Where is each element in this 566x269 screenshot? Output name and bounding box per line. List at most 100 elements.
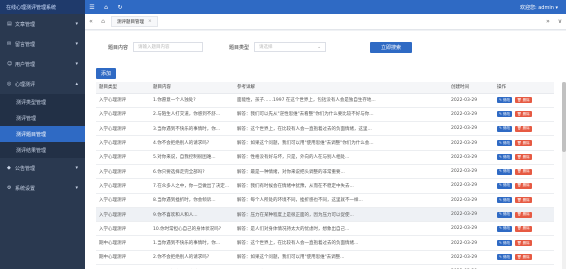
menu-icon[interactable]: ☰ [85,0,99,14]
edit-button[interactable]: ✎ 修改 [497,111,513,118]
row-actions: ✎ 修改 🗑 删除 [497,182,554,189]
type-filter-select[interactable]: 请选择 ⌄ [254,42,327,52]
sidebar-item-users[interactable]: ☺ 用户管理 ▾ [0,54,85,74]
table-row[interactable]: 入学心理测评 6.你只要选择走完全部吗? 解答：最是一种情绪，对你来说把头调整的非常… [96,164,554,180]
submenu-item-tests[interactable]: 测评管理 [0,110,85,126]
cell-content: 9.你不喜欢和人和人... [150,207,234,223]
cell-type: 入学心理测评 [96,135,150,151]
sidebar-item-psych-test[interactable]: ◎ 心理测评 ▴ [0,74,85,94]
home-icon[interactable]: ⌂ [99,0,113,14]
delete-button[interactable]: 🗑 删除 [515,168,532,175]
cell-created: 2022-03-29 [448,164,494,180]
header-actions: 操作 [494,82,554,94]
cell-analysis: 解答：我们可以先从"逆性思维"去看整"你们为什么要比较不好与你... [234,107,448,123]
cell-type: 期中心理测评 [96,264,150,269]
row-actions: ✎ 修改 🗑 删除 [497,125,554,132]
cell-created: 2022-03-29 [448,107,494,123]
submenu-item-test-results[interactable]: 测评结果管理 [0,142,85,158]
table-row[interactable]: 入学心理测评 7.在众多人之中，你一旦做出了决定... 解答：我们有时候会在情绪中犹… [96,178,554,194]
cell-analysis: 解答：这个世界上，在比较有人会一直抱着过去的负面情绪... [234,235,448,251]
sidebar-item-messages[interactable]: ✉ 留言管理 ▾ [0,34,85,54]
refresh-icon[interactable]: ↻ [113,0,127,14]
sidebar-item-notices[interactable]: ◆ 公告管理 ▾ [0,158,85,178]
sidebar-item-label: 用户管理 [15,61,36,68]
chevron-down-icon: ▾ [75,185,78,191]
table-row[interactable]: 入学心理测评 4.你不会拒绝别人的请求吗? 解答：如果这个问题，我们可以用"使用思维… [96,135,554,151]
close-icon[interactable]: × [148,19,152,24]
cell-created: 2022-03-29 [448,264,494,269]
cell-content: 4.你不会拒绝别人的请求吗? [150,135,234,151]
cell-content: 10.你时常担心自己的身体状况吗? [150,221,234,237]
table-row[interactable]: 入学心理测评 9.你不喜欢和人和人... 解答：压力在某种程度上是很正面的，因为压力… [96,207,554,223]
cell-content: 5.对你来说，自我控制很困难... [150,150,234,165]
cell-created: 2022-03-29 [448,150,494,165]
table-row[interactable]: 入学心理测评 8.当你遇到挫折时，你会倾诉... 解答：每个人所处的环境不同，挫折感… [96,193,554,208]
submenu-item-test-questions[interactable]: 测评题目管理 [0,126,85,142]
delete-button[interactable]: 🗑 删除 [515,111,532,118]
row-actions: ✎ 修改 🗑 删除 [497,168,554,175]
table-row[interactable]: 入学心理测评 1.你愿意一个人独处? 面能性，孩子……1997 在这个世界上，包括没… [96,93,554,108]
cell-content: 6.你只要选择走完全部吗? [150,164,234,180]
title-filter-input[interactable]: 请输入题目内容 [133,42,204,52]
delete-button[interactable]: 🗑 删除 [515,140,532,147]
table-header-row: 题目类型 题目内容 参考详解 创建时间 操作 [96,82,554,94]
sidebar-item-label: 系统设置 [15,185,36,192]
tab-label: 测评题目管理 [117,19,144,25]
sidebar: ▤ 文章管理 ▾ ✉ 留言管理 ▾ ☺ 用户管理 ▾ ◎ 心理测评 ▴ 测评类型… [0,14,85,269]
cell-created: 2022-03-29 [448,193,494,208]
edit-button[interactable]: ✎ 修改 [497,254,513,261]
edit-button[interactable]: ✎ 修改 [497,154,513,161]
table-row[interactable]: 入学心理测评 3.当你遇到不快乐的事情时，你... 解答：这个世界上，在比较有人会一… [96,121,554,137]
edit-button[interactable]: ✎ 修改 [497,225,513,232]
edit-button[interactable]: ✎ 修改 [497,125,513,132]
submenu-psych-test: 测评类型管理 测评管理 测评题目管理 测评结果管理 [0,94,85,158]
sidebar-item-settings[interactable]: ⚙ 系统设置 ▾ [0,178,85,198]
delete-button[interactable]: 🗑 删除 [515,225,532,232]
table-row[interactable]: 入学心理测评 2.与陌生人打交道，你感到不舒... 解答：我们可以先从"逆性思维"去… [96,107,554,123]
chevron-down-icon: ▾ [75,41,78,47]
search-button[interactable]: 立即搜索 [370,41,413,53]
delete-button[interactable]: 🗑 删除 [515,254,532,261]
delete-button[interactable]: 🗑 删除 [515,197,532,204]
delete-button[interactable]: 🗑 删除 [515,154,532,161]
add-button[interactable]: 添加 [96,68,116,79]
edit-button[interactable]: ✎ 修改 [497,168,513,175]
cell-actions: ✎ 修改🗑 删除 [494,164,554,180]
sidebar-item-label: 留言管理 [15,41,36,48]
notice-icon: ◆ [7,165,11,171]
delete-button[interactable]: 🗑 删除 [515,125,532,132]
delete-button[interactable]: 🗑 删除 [515,211,532,218]
edit-button[interactable]: ✎ 修改 [497,140,513,147]
table-row[interactable]: 入学心理测评 5.对你来说，自我控制很困难... 解答：性格没有好与坏，只是，外向的… [96,150,554,165]
edit-button[interactable]: ✎ 修改 [497,240,513,247]
cell-actions: ✎ 修改🗑 删除 [494,235,554,251]
table-row[interactable]: 期中心理测评3.你不会拒绝别人的请求吗?解答：如果这个问题，我们可以用"使用思维… [96,264,554,269]
scrollbar-thumb[interactable] [562,82,566,152]
tabs-next-button[interactable]: » [542,18,554,25]
edit-button[interactable]: ✎ 修改 [497,211,513,218]
header-analysis: 参考详解 [234,82,448,94]
table-row[interactable]: 期中心理测评 1.当你遇到不快乐的事情时，你... 解答：这个世界上，在比较有人会一… [96,235,554,251]
delete-button[interactable]: 🗑 删除 [515,240,532,247]
cell-type: 入学心理测评 [96,93,150,108]
edit-button[interactable]: ✎ 修改 [497,182,513,189]
tabs-menu-button[interactable]: ∨ [554,18,566,25]
row-actions: ✎ 修改 🗑 删除 [497,140,554,147]
submenu-item-test-types[interactable]: 测评类型管理 [0,94,85,110]
edit-button[interactable]: ✎ 修改 [497,97,513,104]
edit-button[interactable]: ✎ 修改 [497,197,513,204]
sidebar-item-articles[interactable]: ▤ 文章管理 ▾ [0,14,85,34]
tabs-prev-button[interactable]: « [85,18,97,25]
table-row[interactable]: 期中心理测评 2.你不会拒绝别人的请求吗? 解答：如果这个问题，我们可以用"使用思维… [96,250,554,266]
tab-test-questions[interactable]: 测评题目管理 × [111,16,158,27]
cell-actions: ✎ 修改🗑 删除 [494,250,554,266]
delete-button[interactable]: 🗑 删除 [515,97,532,104]
cell-content: 7.在众多人之中，你一旦做出了决定... [150,178,234,194]
user-welcome-menu[interactable]: 欢迎您: admin ▾ [520,4,566,11]
cell-type: 入学心理测评 [96,207,150,223]
home-tab-icon[interactable]: ⌂ [97,18,109,25]
delete-button[interactable]: 🗑 删除 [515,182,532,189]
row-actions: ✎ 修改 🗑 删除 [497,254,554,261]
cell-actions: ✎ 修改🗑 删除 [494,121,554,137]
table-row[interactable]: 入学心理测评 10.你时常担心自己的身体状况吗? 解答：是人们对身体情况持太大的忧虑… [96,221,554,237]
